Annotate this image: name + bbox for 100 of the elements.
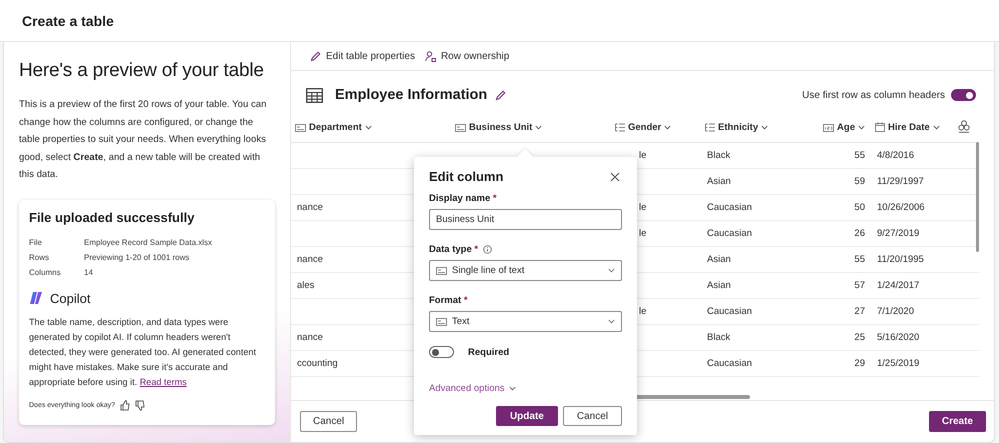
- chevron-down-icon: [761, 124, 768, 130]
- table-cell: le: [639, 228, 646, 238]
- column-header[interactable]: Gender: [615, 122, 672, 133]
- text-field-icon: [295, 124, 306, 132]
- calendar-icon: [875, 122, 885, 132]
- detail-label: File: [29, 238, 43, 246]
- text-field-icon: [455, 124, 466, 132]
- text-field-icon: [436, 266, 447, 274]
- column-header[interactable]: Department: [295, 122, 372, 133]
- list-icon: [705, 122, 715, 132]
- table-cell: nance: [297, 202, 323, 212]
- toggle-switch[interactable]: [429, 346, 454, 358]
- table-cell: nance: [297, 332, 323, 342]
- chevron-down-icon: [608, 268, 615, 273]
- table-cell: 55: [854, 254, 865, 264]
- cancel-button[interactable]: Cancel: [300, 411, 358, 432]
- toolbar-button[interactable]: Edit table properties: [310, 50, 415, 62]
- field-label: Display name *: [429, 193, 497, 204]
- detail-value: 14: [84, 268, 93, 276]
- table-cell: 4/8/2016: [877, 150, 914, 160]
- update-button[interactable]: Update: [496, 406, 558, 426]
- close-icon: [608, 170, 622, 184]
- advanced-options-link[interactable]: Advanced options: [429, 383, 516, 394]
- table-cell: 1/25/2019: [877, 358, 920, 368]
- table-cell: 11/20/1995: [877, 254, 924, 264]
- table-cell: Caucasian: [707, 228, 752, 238]
- description-text: This is a preview of the first 20 rows of your table. You can change how the columns are configured, or change the table properties to suit your needs. When everything looks good, select Create, and a new table will be created with this data.: [19, 98, 268, 182]
- thumbs-up-icon: [120, 400, 130, 410]
- chevron-down-icon: [664, 124, 672, 130]
- table-cell: le: [639, 202, 646, 212]
- table-cell: Asian: [707, 254, 731, 264]
- pencil-icon: [310, 50, 321, 62]
- table-cell: Black: [707, 150, 730, 160]
- copilot-disclaimer: The table name, description, and data types were generated by copilot AI. If column headers weren't detected, they were generated too. AI generated content might have mistakes. Make sure it's accurate and appropriate before using it. Read terms: [29, 316, 258, 389]
- read-terms-link[interactable]: Read terms: [140, 376, 187, 386]
- field-label: Format *: [429, 295, 468, 306]
- chevron-down-icon: [364, 125, 372, 130]
- table-cell: 9/27/2019: [877, 228, 920, 238]
- window-title: Create a table: [22, 12, 114, 28]
- chevron-down-icon: [535, 125, 542, 130]
- table-cell: 7/1/2020: [877, 306, 914, 316]
- thumbs-down-icon: [135, 400, 145, 410]
- toggle-switch[interactable]: [951, 89, 976, 101]
- edit-name-button[interactable]: [495, 90, 506, 100]
- table-cell: ales: [297, 280, 314, 290]
- chevron-down-icon: [932, 124, 940, 130]
- chevron-down-icon: [858, 125, 865, 130]
- column-header[interactable]: Hire Date: [875, 122, 940, 132]
- table-cell: 26: [854, 228, 865, 238]
- table-cell: 55: [854, 150, 865, 160]
- copilot-title: Copilot: [50, 290, 90, 306]
- text-input-field[interactable]: Business Unit: [429, 209, 622, 230]
- text-field-icon: [436, 318, 447, 326]
- table-cell: 57: [854, 280, 865, 290]
- detail-label: Rows: [29, 252, 50, 262]
- table-cell: nance: [297, 254, 323, 264]
- detail-label: Columns: [29, 268, 62, 276]
- toolbar-button[interactable]: Row ownership: [424, 50, 510, 62]
- pencil-icon: [495, 90, 506, 100]
- table-cell: Asian: [707, 176, 731, 186]
- table-cell: Caucasian: [707, 306, 752, 316]
- close-button[interactable]: [608, 170, 622, 184]
- people-group-icon: [958, 120, 970, 134]
- table-cell: le: [639, 306, 646, 316]
- toggle-label: Use first row as column headers: [802, 90, 945, 100]
- person-icon: [424, 50, 436, 62]
- cancel-button[interactable]: Cancel: [562, 406, 622, 426]
- card-title: File uploaded successfully: [29, 210, 196, 224]
- table-cell: Black: [707, 332, 730, 342]
- field-label: Data type *: [429, 244, 478, 255]
- panel-heading: Here's a preview of your table: [19, 60, 265, 82]
- column-header[interactable]: Ethnicity: [705, 122, 768, 133]
- table-cell: 50: [854, 202, 865, 212]
- table-cell: 29: [854, 358, 865, 368]
- table-cell: 59: [854, 176, 865, 186]
- table-cell: Caucasian: [707, 202, 752, 212]
- copilot-logo-icon: [29, 291, 43, 305]
- table-cell: 27: [854, 306, 865, 316]
- toggle-label: Required: [468, 346, 510, 358]
- chevron-down-icon: [508, 386, 516, 391]
- table-cell: 25: [854, 332, 865, 342]
- table-name: Employee Information: [335, 87, 488, 103]
- dropdown-field[interactable]: Single line of text: [429, 260, 622, 281]
- table-cell: 10/26/2006: [877, 202, 925, 212]
- thumbs-up-button[interactable]: [120, 400, 130, 410]
- thumbs-down-button[interactable]: [135, 400, 145, 410]
- table-cell: 11/29/1997: [877, 176, 924, 186]
- column-header[interactable]: Age: [823, 122, 865, 133]
- table-cell: Asian: [707, 280, 731, 290]
- dialog-title: Edit column: [429, 169, 504, 184]
- table-cell: le: [639, 150, 646, 160]
- detail-value: Previewing 1-20 of 1001 rows: [84, 252, 190, 262]
- table-cell: ccounting: [297, 358, 338, 368]
- create-button[interactable]: Create: [928, 411, 986, 432]
- column-header[interactable]: Business Unit: [455, 122, 542, 133]
- dropdown-field[interactable]: Text: [429, 311, 622, 332]
- table-icon: [306, 88, 323, 102]
- table-cell: Caucasian: [707, 358, 752, 368]
- chevron-down-icon: [608, 319, 615, 324]
- scrollbar-thumb[interactable]: [976, 142, 979, 252]
